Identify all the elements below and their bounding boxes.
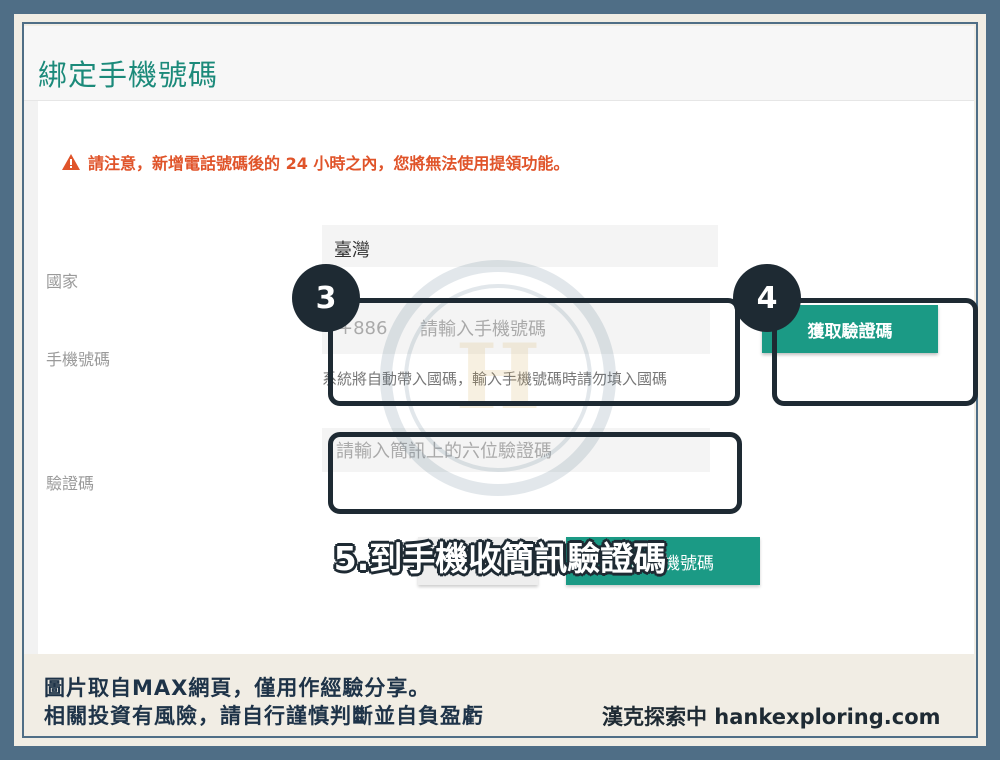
step-5-caption: 5.到手機收簡訊驗證碼	[333, 539, 667, 578]
panel-header: 綁定手機號碼	[24, 26, 974, 101]
phone-label: 手機號碼	[46, 350, 111, 369]
step-3-badge: 3	[292, 264, 360, 332]
warning-text: 請注意，新增電話號碼後的 24 小時之內，您將無法使用提領功能。	[88, 154, 570, 173]
footer-brand: 漢克探索中 hankexploring.com	[602, 705, 941, 729]
footer-disclaimer: 圖片取自MAX網頁，僅用作經驗分享。 相關投資有風險，請自行謹慎判斷並自負盈虧	[44, 674, 484, 730]
highlight-get-code	[772, 298, 978, 406]
country-value: 臺灣	[334, 240, 370, 261]
footer-line-1: 圖片取自MAX網頁，僅用作經驗分享。	[44, 676, 431, 700]
step-4-badge: 4	[733, 264, 801, 332]
highlight-code	[328, 432, 742, 514]
page-title: 綁定手機號碼	[38, 58, 219, 92]
footer-line-2: 相關投資有風險，請自行謹慎判斷並自負盈虧	[44, 704, 484, 728]
warning-icon	[62, 154, 80, 170]
code-label: 驗證碼	[46, 474, 95, 493]
highlight-phone	[328, 298, 740, 406]
warning-message: 請注意，新增電話號碼後的 24 小時之內，您將無法使用提領功能。	[62, 150, 569, 174]
country-label: 國家	[46, 272, 79, 291]
